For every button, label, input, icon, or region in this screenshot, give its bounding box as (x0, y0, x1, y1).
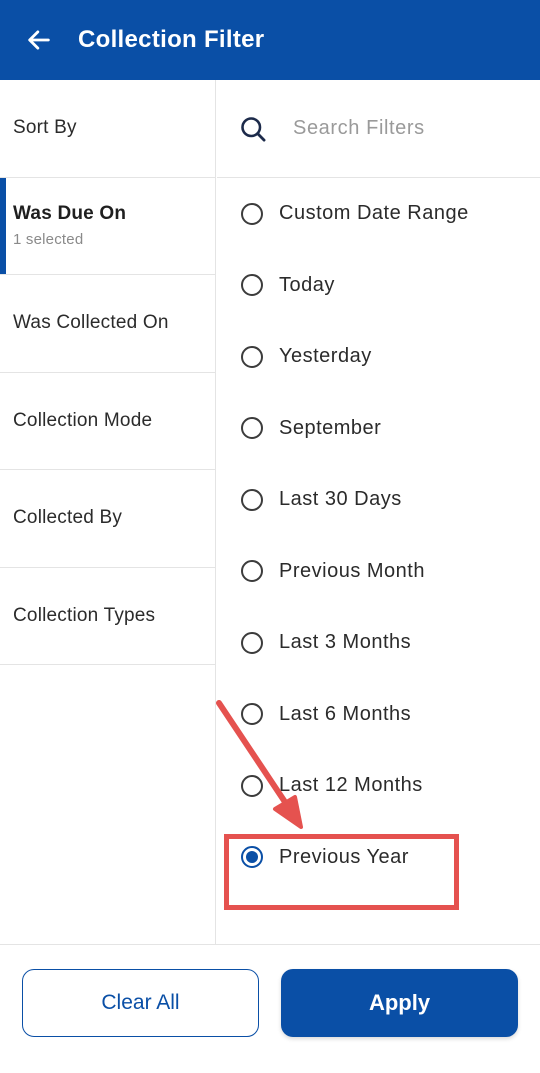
option-label: September (279, 416, 382, 439)
option-label: Previous Year (279, 845, 409, 868)
radio-button[interactable] (241, 274, 263, 297)
sidebar-item-label: Collected By (13, 507, 123, 529)
option-yesterday[interactable]: Yesterday (217, 321, 540, 393)
option-last-6-months[interactable]: Last 6 Months (217, 679, 540, 751)
back-button[interactable] (0, 0, 78, 80)
option-today[interactable]: Today (217, 250, 540, 322)
option-last-30-days[interactable]: Last 30 Days (217, 464, 540, 536)
footer-actions: Clear All Apply (0, 944, 540, 1073)
sidebar-item-collection-types[interactable]: Collection Types (0, 568, 215, 665)
sidebar-item-label: Sort By (13, 117, 77, 139)
radio-button[interactable] (241, 417, 263, 440)
option-list: Custom Date Range Today Yesterday Septem… (217, 178, 540, 893)
option-label: Last 6 Months (279, 702, 412, 725)
option-label: Custom Date Range (279, 202, 469, 225)
option-label: Last 3 Months (279, 631, 412, 654)
search-input[interactable] (293, 117, 523, 140)
sidebar-item-label: Was Due On (13, 203, 127, 225)
sidebar-item-label: Was Collected On (13, 312, 169, 334)
search-icon (241, 116, 266, 141)
option-label: Last 12 Months (279, 774, 423, 797)
option-september[interactable]: September (217, 393, 540, 465)
search-bar (217, 80, 540, 178)
clear-all-button[interactable]: Clear All (22, 969, 259, 1037)
sidebar-item-was-due-on[interactable]: Was Due On 1 selected (0, 177, 215, 275)
option-previous-month[interactable]: Previous Month (217, 536, 540, 608)
app-header: Collection Filter (0, 0, 540, 80)
radio-button-selected[interactable] (241, 846, 263, 869)
radio-button[interactable] (241, 488, 263, 511)
sidebar-item-was-collected-on[interactable]: Was Collected On (0, 275, 215, 373)
radio-button[interactable] (241, 631, 263, 654)
option-label: Last 30 Days (279, 488, 402, 511)
radio-button[interactable] (241, 774, 263, 797)
radio-button[interactable] (241, 345, 263, 368)
page-title: Collection Filter (78, 26, 265, 53)
apply-button[interactable]: Apply (281, 969, 518, 1037)
option-label: Yesterday (279, 345, 372, 368)
selected-count: 1 selected (13, 231, 84, 249)
sidebar-item-collection-mode[interactable]: Collection Mode (0, 373, 215, 470)
sidebar-item-collected-by[interactable]: Collected By (0, 470, 215, 568)
arrow-left-icon (28, 30, 50, 50)
option-label: Previous Month (279, 559, 425, 582)
option-last-12-months[interactable]: Last 12 Months (217, 750, 540, 822)
sidebar-item-label: Collection Types (13, 604, 156, 626)
filter-category-sidebar: Sort By Was Due On 1 selected Was Collec… (0, 80, 216, 944)
option-custom-date-range[interactable]: Custom Date Range (217, 178, 540, 250)
sidebar-item-label: Collection Mode (13, 409, 153, 431)
option-label: Today (279, 273, 335, 296)
option-last-3-months[interactable]: Last 3 Months (217, 607, 540, 679)
option-previous-year[interactable]: Previous Year (217, 822, 540, 894)
filter-options-panel: Custom Date Range Today Yesterday Septem… (217, 80, 540, 944)
radio-button[interactable] (241, 202, 263, 225)
radio-button[interactable] (241, 703, 263, 726)
sidebar-item-sort-by[interactable]: Sort By (0, 80, 215, 178)
radio-button[interactable] (241, 560, 263, 583)
